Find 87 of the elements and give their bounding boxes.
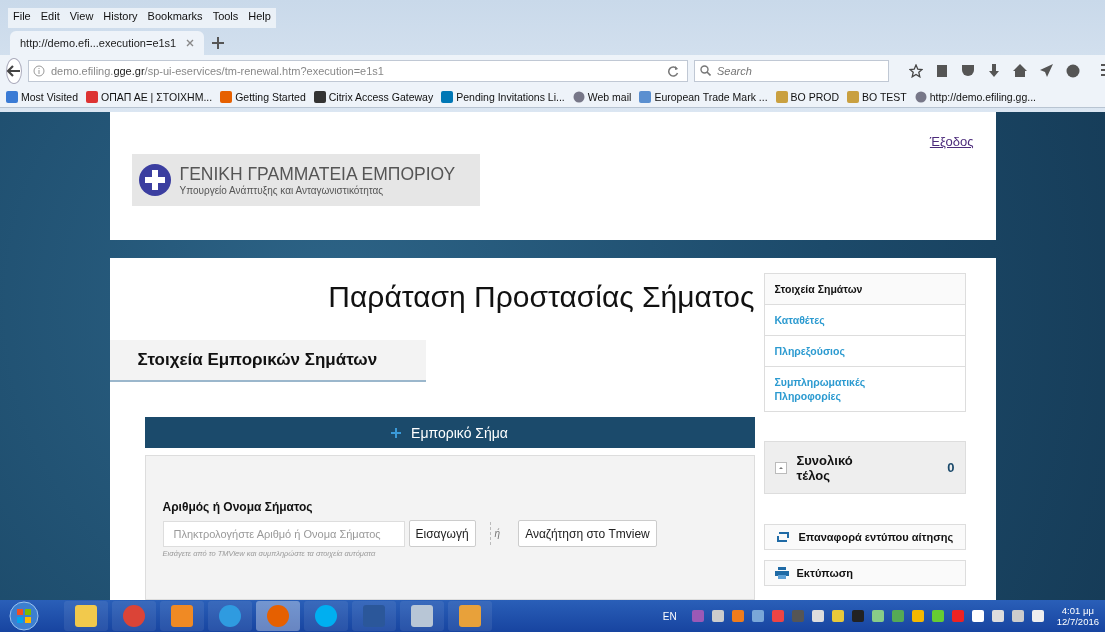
taskbar-button[interactable] xyxy=(304,601,348,631)
app-square-icon[interactable] xyxy=(170,604,194,628)
tray-icon[interactable] xyxy=(830,609,845,623)
bookmark-icon xyxy=(441,91,454,103)
bookmark-link[interactable]: Citrix Access Gateway xyxy=(313,91,434,103)
send-icon[interactable] xyxy=(1040,64,1053,77)
bookmark-link[interactable]: http://demo.efiling.gg... xyxy=(914,91,1036,103)
bookmark-icon xyxy=(847,91,860,103)
app-circle-icon[interactable] xyxy=(314,604,338,628)
home-icon[interactable] xyxy=(1013,64,1027,77)
back-arrow-icon xyxy=(7,65,21,77)
taskbar-button[interactable] xyxy=(160,601,204,631)
menu-item[interactable]: View xyxy=(64,8,99,28)
bookmark-link[interactable]: Web mail xyxy=(572,91,632,103)
taskbar-button[interactable] xyxy=(400,601,444,631)
bookmark-link[interactable]: Most Visited xyxy=(6,91,78,103)
bookmark-icon xyxy=(313,91,326,103)
app-square-icon[interactable] xyxy=(74,604,98,628)
search-icon xyxy=(700,65,711,76)
info-icon[interactable] xyxy=(33,65,45,77)
tray-icon[interactable] xyxy=(970,609,985,623)
panel-header[interactable]: Εμπορικό Σήμα xyxy=(144,417,755,448)
swap-arrows-icon xyxy=(774,531,791,543)
print-button[interactable]: Εκτύπωση xyxy=(763,560,966,586)
or-text: ή xyxy=(489,522,505,545)
address-bar[interactable]: demo.efiling.gge.gr/sp-ui-eservices/tm-renewal.htm?execution=e1s1 xyxy=(28,60,688,82)
browser-tab[interactable]: http://demo.efi...execution=e1s1 xyxy=(10,31,205,55)
menu-item[interactable]: Bookmarks xyxy=(142,8,208,28)
back-button[interactable] xyxy=(6,58,22,84)
download-icon[interactable] xyxy=(988,64,1000,78)
taskbar-button[interactable] xyxy=(64,601,108,631)
globe-icon xyxy=(914,91,927,103)
bookmark-icon xyxy=(775,91,788,103)
tray-icon[interactable] xyxy=(710,609,725,623)
taskbar-button[interactable] xyxy=(208,601,252,631)
bookmark-icon xyxy=(86,91,98,103)
logout-link[interactable]: Έξοδος xyxy=(929,134,974,240)
tray-icon[interactable] xyxy=(990,609,1005,623)
taskbar-clock[interactable]: 4:01 μμ 12/7/2016 xyxy=(1056,605,1099,627)
bookmark-link[interactable]: ΟΠΑΠ ΑΕ | ΣΤΟΙΧΗΜ... xyxy=(86,91,213,103)
tray-icon[interactable] xyxy=(1030,609,1045,623)
field-label: Αριθμός ή Ονομα Σήματος xyxy=(162,500,314,514)
app-square-icon[interactable] xyxy=(458,604,482,628)
insert-button[interactable]: Εισαγωγή xyxy=(408,520,476,547)
bookmark-link[interactable]: BO TEST xyxy=(847,91,907,103)
start-button[interactable] xyxy=(6,601,42,631)
bookmark-icon xyxy=(220,91,233,103)
app-square-icon[interactable] xyxy=(410,604,434,628)
input-field[interactable]: Πληκτρολογήστε Αριθμό ή Ονομα Σήματος xyxy=(162,520,405,547)
star-icon[interactable] xyxy=(909,64,923,78)
menu-item[interactable]: History xyxy=(98,8,143,28)
total-label: Συνολικό τέλος xyxy=(796,452,854,483)
taskbar-button[interactable] xyxy=(448,601,492,631)
plus-icon[interactable] xyxy=(212,37,225,49)
total-value: 0 xyxy=(947,460,955,475)
page-heading: Παράταση Προστασίας Σήματος xyxy=(327,280,755,314)
bookmark-icon xyxy=(639,91,652,103)
globe-icon xyxy=(572,91,585,103)
section-title: Στοιχεία Εμπορικών Σημάτων xyxy=(109,340,426,382)
reset-button[interactable]: Επαναφορά εντύπου αίτησης xyxy=(763,524,966,550)
tray-icon[interactable] xyxy=(810,609,825,623)
tray-icon[interactable] xyxy=(1010,609,1025,623)
close-icon[interactable] xyxy=(186,39,195,47)
app-circle-icon[interactable] xyxy=(218,604,242,628)
menu-item[interactable]: Help xyxy=(243,8,276,28)
reload-icon[interactable] xyxy=(667,65,679,77)
bookmark-link[interactable]: European Trade Mark ... xyxy=(639,91,768,103)
bookmark-icon xyxy=(6,91,18,103)
tray-icon[interactable] xyxy=(910,609,925,623)
tray-icon[interactable] xyxy=(750,609,765,623)
side-nav-link[interactable]: Στοιχεία Σημάτων xyxy=(764,274,965,304)
menu-item[interactable]: File xyxy=(8,8,36,28)
bookmark-link[interactable]: Pending Invitations Li... xyxy=(441,91,565,103)
menu-item[interactable]: Tools xyxy=(207,8,244,28)
logo-subtitle: Υπουργείο Ανάπτυξης και Ανταγωνιστικότητας xyxy=(179,185,385,196)
bookmark-link[interactable]: Getting Started xyxy=(220,91,306,103)
tmview-search-button[interactable]: Αναζήτηση στο Tmview xyxy=(518,520,657,547)
printer-icon xyxy=(774,567,789,579)
search-field[interactable]: Search xyxy=(694,60,889,82)
language-indicator[interactable]: EN xyxy=(662,610,677,622)
emblem-icon xyxy=(137,163,172,197)
tray-icon[interactable] xyxy=(870,609,885,623)
bookmark-link[interactable]: BO PROD xyxy=(775,91,840,103)
menu-item[interactable]: Edit xyxy=(35,8,65,28)
plus-icon xyxy=(391,427,402,438)
tray-icon[interactable] xyxy=(930,609,945,623)
logo-title: ΓΕΝΙΚΗ ΓΡΑΜΜΑΤΕΙΑ ΕΜΠΟΡΙΟΥ xyxy=(179,164,456,185)
